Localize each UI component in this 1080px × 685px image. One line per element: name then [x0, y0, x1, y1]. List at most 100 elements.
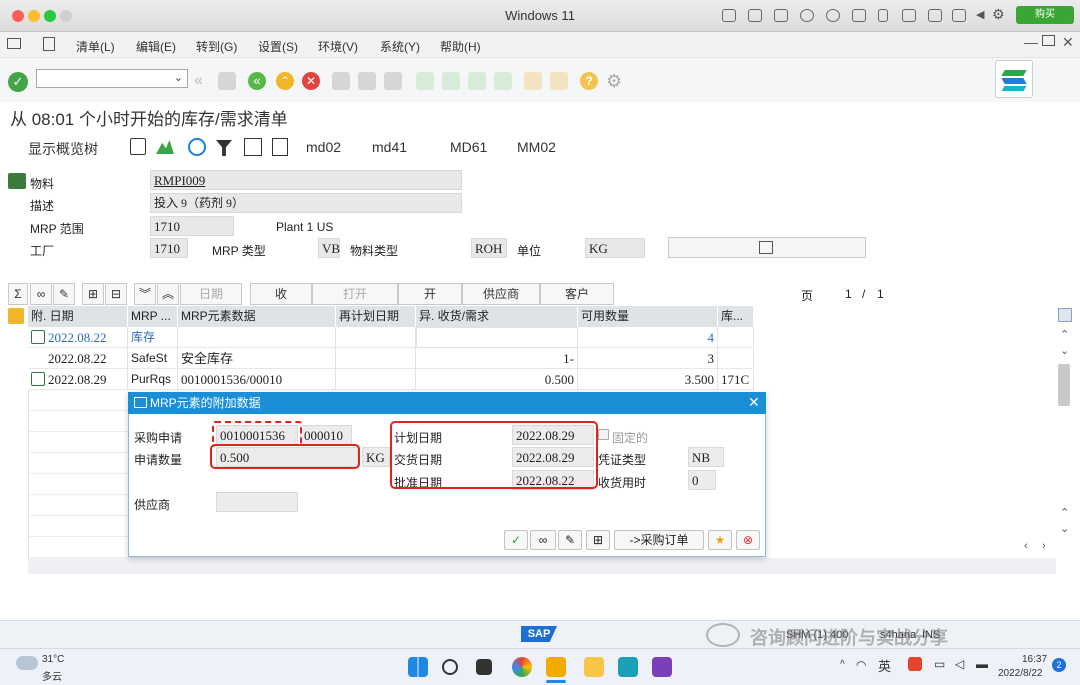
- close-icon[interactable]: ✕: [1062, 34, 1074, 51]
- clock-date[interactable]: 2022/8/22: [998, 668, 1043, 679]
- exit-arrow-icon[interactable]: [130, 138, 146, 155]
- chevron-down-icon[interactable]: ⌄: [174, 71, 183, 84]
- microphone-icon[interactable]: [878, 9, 888, 22]
- vendor-button[interactable]: 供应商: [462, 283, 540, 305]
- sap-gui-icon[interactable]: [546, 657, 566, 677]
- menu-settings[interactable]: 设置(S): [258, 38, 298, 55]
- layout-icon[interactable]: [43, 37, 55, 51]
- sap-menu-icon[interactable]: [7, 38, 21, 49]
- scroll-right-icon[interactable]: ›: [1042, 540, 1046, 552]
- tree-icon[interactable]: ⊞: [82, 283, 104, 305]
- col-available[interactable]: 可用数量: [578, 306, 718, 327]
- share-icon[interactable]: [952, 9, 966, 22]
- menu-goto[interactable]: 转到(G): [196, 38, 237, 55]
- column-settings-icon[interactable]: [1058, 308, 1072, 322]
- sum-button[interactable]: Σ: [8, 283, 28, 305]
- md41-button[interactable]: md41: [372, 139, 407, 155]
- search-icon[interactable]: [442, 659, 458, 675]
- col-replan[interactable]: 再计划日期: [336, 306, 416, 327]
- scroll-up-icon[interactable]: ⌃: [1060, 328, 1069, 341]
- material-field[interactable]: RMPI009: [150, 170, 462, 190]
- col-mrp[interactable]: MRP ...: [128, 306, 178, 327]
- edit-pencil-icon[interactable]: ✎: [558, 530, 582, 550]
- new-session-icon[interactable]: [524, 72, 542, 90]
- mountain-icon[interactable]: [156, 140, 174, 154]
- notification-badge[interactable]: 2: [1052, 658, 1066, 672]
- vertical-scrollbar[interactable]: ⌃ ⌄ ⌃ ⌄: [1056, 306, 1074, 542]
- date-button[interactable]: 日期: [180, 283, 242, 305]
- minimize-icon[interactable]: —: [1024, 34, 1038, 50]
- scroll-up-bottom-icon[interactable]: ⌃: [1060, 506, 1069, 519]
- to-purchase-order-button[interactable]: ->采购订单: [614, 530, 704, 550]
- cancel-icon[interactable]: ✕: [302, 72, 320, 90]
- cancel-circle-icon[interactable]: ⊗: [736, 530, 760, 550]
- mm02-button[interactable]: MM02: [517, 139, 556, 155]
- previous-page-icon[interactable]: [442, 72, 460, 90]
- back-icon[interactable]: ◀: [976, 8, 984, 21]
- command-field[interactable]: ⌄: [36, 69, 188, 88]
- tray-up-icon[interactable]: ^: [840, 659, 845, 670]
- disk-icon[interactable]: [800, 9, 814, 22]
- row-select-icon[interactable]: [8, 308, 24, 324]
- start-icon[interactable]: [408, 657, 428, 677]
- speaker-icon[interactable]: ◁: [955, 657, 964, 671]
- keyboard-icon[interactable]: [722, 9, 736, 22]
- camera-icon[interactable]: [928, 9, 942, 22]
- ime-indicator[interactable]: 英: [878, 656, 891, 675]
- confirm-check-icon[interactable]: ✓: [504, 530, 528, 550]
- task-view-icon[interactable]: [476, 659, 492, 675]
- glasses-icon[interactable]: ∞: [30, 283, 52, 305]
- last-page-icon[interactable]: [494, 72, 512, 90]
- menu-list[interactable]: 清单(L): [76, 38, 115, 55]
- enter-check-icon[interactable]: ✓: [8, 72, 28, 92]
- document-icon[interactable]: [272, 138, 288, 156]
- col-receipt-req[interactable]: 异. 收货/需求: [416, 306, 578, 327]
- expand-all-icon[interactable]: ︾: [134, 283, 156, 305]
- scroll-thumb[interactable]: [1058, 364, 1070, 406]
- save-icon[interactable]: [218, 72, 236, 90]
- network-icon[interactable]: [826, 9, 840, 22]
- find-next-icon[interactable]: [384, 72, 402, 90]
- back-double-icon[interactable]: «: [194, 72, 212, 90]
- battery-icon[interactable]: ▬: [976, 657, 988, 671]
- printer-icon[interactable]: [902, 9, 916, 22]
- next-page-icon[interactable]: [468, 72, 486, 90]
- tree-expand-icon[interactable]: ⊟: [105, 283, 127, 305]
- col-mrp-data[interactable]: MRP元素数据: [178, 306, 336, 327]
- buy-button[interactable]: 购买: [1016, 6, 1074, 24]
- usb-icon[interactable]: [774, 9, 788, 22]
- back-icon[interactable]: «: [248, 72, 266, 90]
- wifi-icon[interactable]: ◠: [856, 658, 866, 672]
- menu-environment[interactable]: 环境(V): [318, 38, 358, 55]
- col-storage[interactable]: 库...: [718, 306, 754, 327]
- menu-system[interactable]: 系统(Y): [380, 38, 420, 55]
- magnifier-app-icon[interactable]: [618, 657, 638, 677]
- chrome-icon[interactable]: [512, 657, 532, 677]
- onenote-icon[interactable]: [652, 657, 672, 677]
- pencil-icon[interactable]: ✎: [53, 283, 75, 305]
- customize-gear-icon[interactable]: ⚙: [606, 72, 624, 90]
- overview-tree-button[interactable]: 显示概览树: [28, 139, 98, 159]
- scroll-left-icon[interactable]: ‹: [1024, 540, 1028, 552]
- menu-edit[interactable]: 编辑(E): [136, 38, 176, 55]
- favorite-star-icon[interactable]: ★: [708, 530, 732, 550]
- customer-button[interactable]: 客户: [540, 283, 614, 305]
- scroll-down-icon[interactable]: ⌄: [1060, 522, 1069, 535]
- md61-button[interactable]: MD61: [450, 139, 487, 155]
- col-date[interactable]: 附. 日期: [28, 306, 128, 327]
- hierarchy-icon[interactable]: ⊞: [586, 530, 610, 550]
- filter-icon[interactable]: [216, 140, 232, 156]
- network-tray-icon[interactable]: ▭: [934, 657, 945, 671]
- clock-time[interactable]: 16:37: [1022, 654, 1047, 665]
- print-icon[interactable]: [332, 72, 350, 90]
- display-glasses-icon[interactable]: ∞: [530, 530, 556, 550]
- wps-icon[interactable]: [908, 657, 922, 671]
- restore-icon[interactable]: [1042, 35, 1055, 46]
- open-button[interactable]: 打开: [312, 283, 398, 305]
- gear-icon[interactable]: ⚙: [992, 6, 1005, 23]
- menu-help[interactable]: 帮助(H): [440, 38, 481, 55]
- find-icon[interactable]: [358, 72, 376, 90]
- collapse-all-icon[interactable]: ︽: [157, 283, 179, 305]
- exit-icon[interactable]: ⌃: [276, 72, 294, 90]
- md02-button[interactable]: md02: [306, 139, 341, 155]
